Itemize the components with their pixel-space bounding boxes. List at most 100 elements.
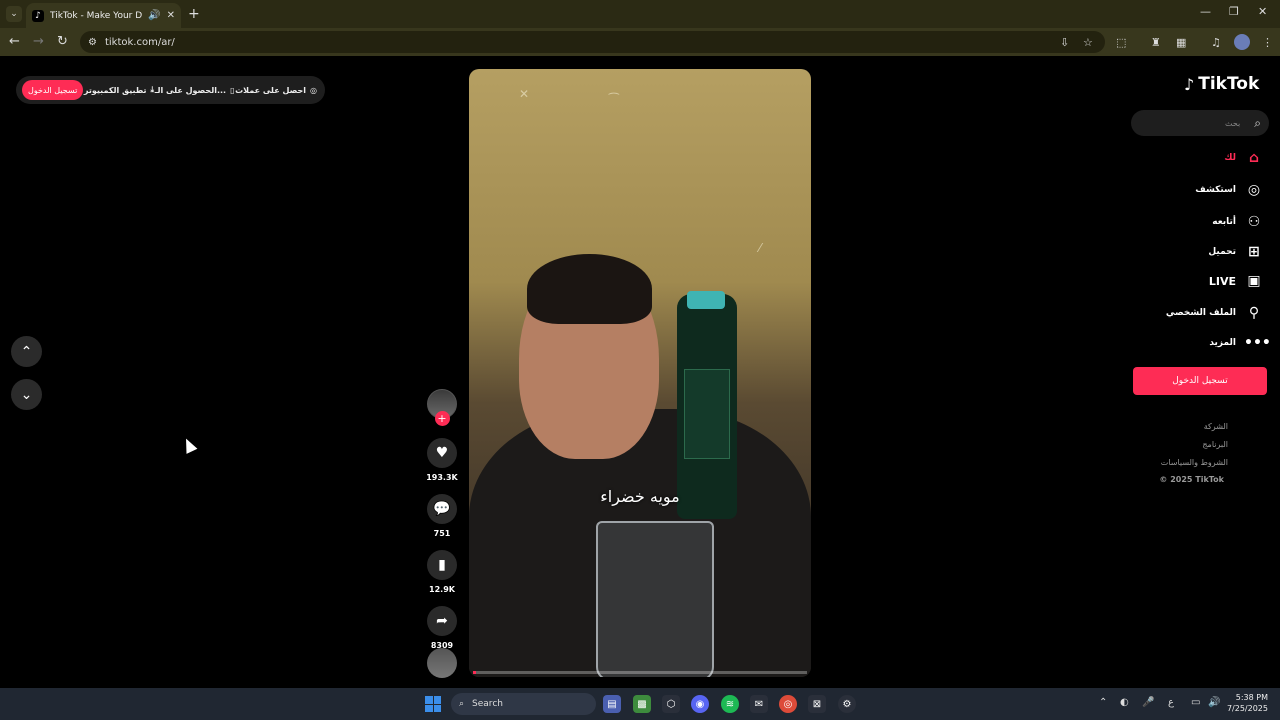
sidebar-item-more[interactable]: المزيد ••• xyxy=(1209,335,1271,351)
minimize-icon[interactable]: — xyxy=(1200,5,1211,18)
steam-icon[interactable]: ⚙ xyxy=(838,695,856,713)
bottle-cap xyxy=(687,291,725,309)
site-info-icon[interactable]: ⚙ xyxy=(88,37,97,48)
sidebar-item-label: LIVE xyxy=(1208,274,1236,288)
restore-icon[interactable]: ❐ xyxy=(1229,5,1239,18)
sidebar-item-profile[interactable]: الملف الشخصي ⚲ xyxy=(1166,305,1264,321)
install-app-icon[interactable]: ⇩ xyxy=(1060,36,1069,49)
share-icon: ➦ xyxy=(436,613,448,629)
sidebar-item-following[interactable]: أتابعه ⚇ xyxy=(1212,214,1264,230)
media-control-icon[interactable]: ♫ xyxy=(1211,36,1221,49)
file-explorer-icon[interactable]: ▤ xyxy=(603,695,621,713)
sidebar-item-for-you[interactable]: لك ⌂ xyxy=(1224,150,1264,166)
tray-expand-icon[interactable]: ⌃ xyxy=(1099,697,1107,708)
like-button[interactable]: ♥ xyxy=(427,438,457,468)
taskbar-search[interactable]: ⌕ Search xyxy=(451,693,596,715)
save-button[interactable]: ▮ xyxy=(427,550,457,580)
get-coins-link[interactable]: احصل على عملات ◎ xyxy=(235,86,317,95)
footer-link-terms[interactable]: الشروط والسياسات xyxy=(1161,458,1228,467)
sidebar-item-live[interactable]: LIVE ▣ xyxy=(1209,273,1264,289)
video-caption: مويه خضراء xyxy=(600,487,680,506)
app-icon[interactable]: ⊠ xyxy=(808,695,826,713)
sidepanel-icon[interactable]: ▦ xyxy=(1176,36,1186,49)
tiktok-note-icon: ♪ xyxy=(1184,74,1195,94)
footer-link-company[interactable]: الشركة xyxy=(1204,422,1228,431)
sidebar-item-explore[interactable]: استكشف ◎ xyxy=(1195,182,1264,198)
user-follow-icon: ⚇ xyxy=(1247,214,1261,230)
chevron-down-icon: ⌄ xyxy=(20,386,33,403)
address-bar[interactable]: ⚙ tiktok.com/ar/ xyxy=(80,31,1105,53)
sidebar-login-button[interactable]: تسجيل الدخول xyxy=(1133,367,1267,395)
comment-count: 751 xyxy=(433,529,451,538)
upload-icon: ⊞ xyxy=(1248,244,1260,260)
live-icon: ▣ xyxy=(1247,273,1261,289)
mail-icon[interactable]: ✉ xyxy=(750,695,768,713)
bookmark-star-icon[interactable]: ☆ xyxy=(1083,36,1093,49)
share-button[interactable]: ➦ xyxy=(427,606,457,636)
app-cube-icon[interactable]: ⬡ xyxy=(662,695,680,713)
network-icon[interactable]: ▭ xyxy=(1191,697,1200,708)
tab-title: TikTok - Make Your Day xyxy=(50,10,143,21)
follow-plus-icon[interactable]: + xyxy=(434,411,450,426)
back-icon[interactable]: ← xyxy=(9,34,20,49)
taskbar-clock[interactable]: 5:38 PM 7/25/2025 xyxy=(1226,692,1268,714)
video-actions: + ♥ 193.3K 💬 751 ▮ 12.9K ➦ 8309 xyxy=(425,389,459,650)
search-icon: ⌕ xyxy=(1254,115,1261,130)
next-video-button[interactable]: ⌄ xyxy=(11,379,42,410)
tiktok-wordmark: TikTok xyxy=(1198,74,1260,94)
search-icon: ⌕ xyxy=(459,699,465,709)
forward-icon[interactable]: → xyxy=(33,34,44,49)
new-tab-button[interactable]: + xyxy=(188,6,200,22)
tiktok-logo[interactable]: ♪ TikTok xyxy=(1184,74,1259,94)
more-icon: ••• xyxy=(1244,335,1271,351)
like-count: 193.3K xyxy=(426,473,458,482)
footer-link-program[interactable]: البرنامج xyxy=(1202,440,1228,449)
chevron-up-icon: ⌃ xyxy=(20,343,33,360)
comment-button[interactable]: 💬 xyxy=(427,494,457,524)
save-count: 12.9K xyxy=(429,585,455,594)
clock-date: 7/25/2025 xyxy=(1226,704,1268,713)
chrome-icon[interactable]: ◎ xyxy=(779,695,797,713)
search-placeholder: بحث xyxy=(1225,118,1241,128)
download-icon: ⤓ xyxy=(150,85,155,94)
taskbar-search-label: Search xyxy=(472,699,503,709)
language-indicator[interactable]: ع xyxy=(1168,697,1174,708)
previous-video-button[interactable]: ⌃ xyxy=(11,336,42,367)
sidebar-item-label: استكشف xyxy=(1195,185,1236,195)
sidebar-item-label: تحميل xyxy=(1208,247,1236,257)
minecraft-icon[interactable]: ▩ xyxy=(633,695,651,713)
profile-avatar[interactable] xyxy=(1234,34,1250,50)
sound-disc-avatar[interactable] xyxy=(427,648,457,678)
heart-icon: ♥ xyxy=(435,445,449,461)
tray-app-icon[interactable]: ◐ xyxy=(1120,697,1129,708)
top-login-button[interactable]: تسجيل الدخول xyxy=(22,80,84,100)
discord-icon[interactable]: ◉ xyxy=(691,695,709,713)
sidebar-item-label: الملف الشخصي xyxy=(1165,308,1236,318)
browser-tab[interactable]: ♪ TikTok - Make Your Day 🔊 ✕ xyxy=(26,3,181,28)
extensions-icon[interactable]: ⬚ xyxy=(1116,36,1126,49)
extension-icon[interactable]: ♜ xyxy=(1151,36,1161,49)
speaker-icon[interactable]: 🔊 xyxy=(148,10,160,21)
wall-mark: ⁄ xyxy=(759,241,762,255)
search-input[interactable]: بحث ⌕ xyxy=(1131,110,1269,136)
sidebar-item-upload[interactable]: تحميل ⊞ xyxy=(1208,244,1264,260)
spotify-icon[interactable]: ≋ xyxy=(721,695,739,713)
windows-start-icon[interactable] xyxy=(425,696,441,712)
menu-icon[interactable]: ⋮ xyxy=(1262,36,1273,49)
tab-search-menu-icon[interactable]: ⌄ xyxy=(6,6,22,22)
profile-icon: ⚲ xyxy=(1248,305,1260,321)
bottle-label xyxy=(684,369,730,459)
compass-icon: ◎ xyxy=(1247,182,1261,198)
desktop-app-link[interactable]: تطبيق الكمبيوتر ⤓ xyxy=(84,85,154,95)
video-player[interactable]: ✕ ⁀ ⁄ مويه خضراء xyxy=(469,69,811,677)
close-tab-icon[interactable]: ✕ xyxy=(167,10,175,21)
microphone-icon[interactable]: 🎤 xyxy=(1142,697,1154,708)
comment-icon: 💬 xyxy=(433,501,451,517)
top-action-bar: تسجيل الدخول تطبيق الكمبيوتر ⤓ الحصول عل… xyxy=(16,76,325,104)
volume-icon[interactable]: 🔊 xyxy=(1208,697,1220,708)
sidebar-item-label: المزيد xyxy=(1209,338,1236,348)
get-app-link[interactable]: الحصول على الـ... ▯ xyxy=(155,86,235,95)
close-window-icon[interactable]: ✕ xyxy=(1258,5,1267,18)
video-progress-bar[interactable] xyxy=(473,671,807,674)
reload-icon[interactable]: ↻ xyxy=(57,34,68,49)
